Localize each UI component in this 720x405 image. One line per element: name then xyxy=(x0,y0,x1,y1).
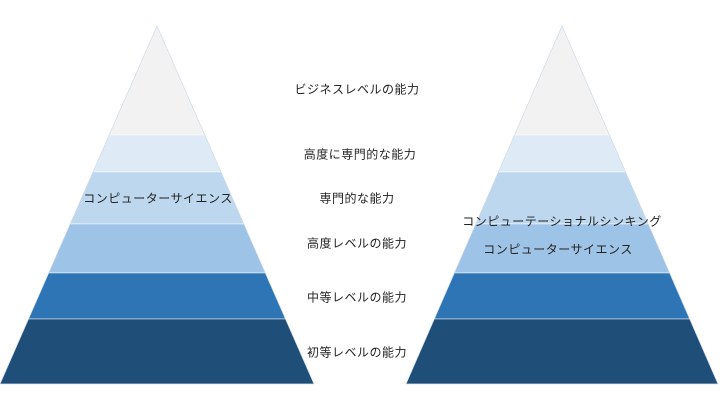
left-pyramid-layer-2 xyxy=(92,134,222,173)
level-label-business: ビジネスレベルの能力 xyxy=(294,82,420,97)
left-pyramid-layer-6 xyxy=(0,318,315,385)
right-pyramid-label-top: コンピューテーショナルシンキング xyxy=(462,214,662,229)
right-pyramid xyxy=(405,25,719,385)
left-pyramid-layer-5 xyxy=(28,272,286,320)
level-label-advanced: 高度レベルの能力 xyxy=(306,236,408,251)
left-pyramid-layer-1 xyxy=(108,25,206,136)
level-label-highly-specialized: 高度に専門的な能力 xyxy=(303,147,417,162)
right-pyramid-layer-1 xyxy=(514,25,610,136)
left-pyramid-label: コンピューターサイエンス xyxy=(83,191,233,206)
right-pyramid-layer-6 xyxy=(405,318,719,385)
level-label-elementary: 初等レベルの能力 xyxy=(306,345,408,360)
level-label-specialized: 専門的な能力 xyxy=(319,191,395,206)
right-pyramid-layer-2 xyxy=(497,134,627,173)
left-pyramid-layer-4 xyxy=(48,223,266,274)
right-pyramid-label-bottom: コンピューターサイエンス xyxy=(483,242,633,257)
right-pyramid-layer-5 xyxy=(433,272,691,320)
level-label-intermediate: 中等レベルの能力 xyxy=(306,290,408,305)
